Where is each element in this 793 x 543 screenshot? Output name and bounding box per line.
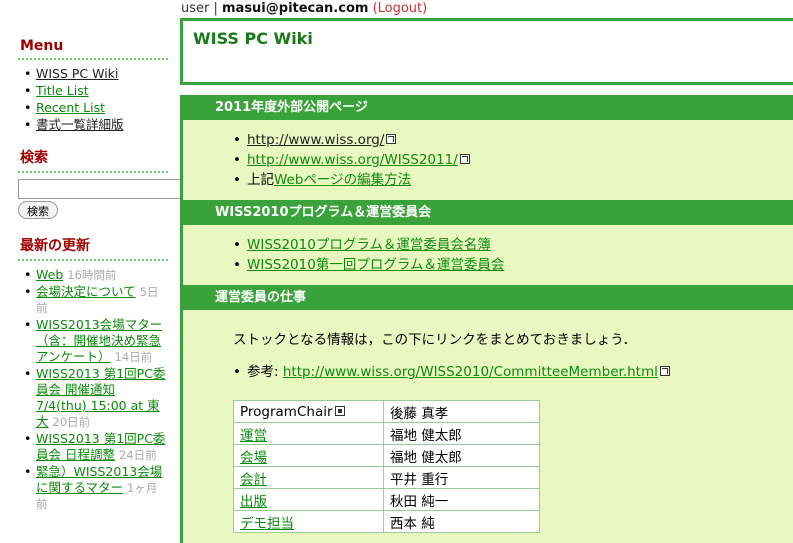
section-heading-duties: 運営委員の仕事 <box>183 285 793 310</box>
list-item: http://www.wiss.org/ <box>233 130 793 150</box>
menu-heading: Menu <box>18 36 168 60</box>
name-cell: 平井 重行 <box>383 466 540 489</box>
recent-item: WISS2013 第1回PC委員会 開催通知 7/4(thu) 15:00 at… <box>24 366 168 430</box>
recent-item: WISS2013会場マター（含：開催地決め緊急アンケート） 14日前 <box>24 317 168 365</box>
main-content: WISS PC Wiki 2011年度外部公開ページ http://www.wi… <box>180 18 793 543</box>
section-heading-program-committee: WISS2010プログラム＆運営委員会 <box>183 200 793 225</box>
link-wiss2011[interactable]: http://www.wiss.org/WISS2011/ <box>247 152 458 168</box>
role-link[interactable]: デモ担当 <box>240 516 294 532</box>
role-cell: 会計 <box>233 466 384 489</box>
search-button[interactable]: 検索 <box>18 201 58 219</box>
table-row: 会計 平井 重行 <box>233 466 540 489</box>
search-heading: 検索 <box>18 145 168 173</box>
list-item: 参考: http://www.wiss.org/WISS2010/Committ… <box>233 362 793 382</box>
roles-table: ProgramChair 後藤 真孝 運営 福地 健太郎 会場 福地 健太郎 会… <box>233 400 540 533</box>
role-cell: デモ担当 <box>233 510 384 533</box>
section-body: ストックとなる情報は，この下にリンクをまとめておきましょう． 参考: http:… <box>183 310 793 543</box>
content-box: 2011年度外部公開ページ http://www.wiss.org/ http:… <box>180 95 793 543</box>
menu-item: Title List <box>24 83 168 99</box>
menu-link-title-list[interactable]: Title List <box>36 83 89 98</box>
page-icon[interactable] <box>334 405 345 416</box>
recent-item: WISS2013 第1回PC委員会 日程調整 24日前 <box>24 431 168 463</box>
role-cell: ProgramChair <box>233 400 384 423</box>
link-committee-roster[interactable]: WISS2010プログラム＆運営委員会名簿 <box>247 237 491 253</box>
user-prefix: user | <box>181 1 222 16</box>
list-item: WISS2010第一回プログラム＆運営委員会 <box>233 255 793 275</box>
role-cell: 運営 <box>233 422 384 445</box>
menu-list: WISS PC Wiki Title List Recent List 書式一覧… <box>18 66 168 133</box>
recent-ago: 20日前 <box>52 415 91 429</box>
recent-item: 緊急）WISS2013会場に関するマター 1ヶ月前 <box>24 464 168 512</box>
role-cell: 出版 <box>233 488 384 511</box>
recent-link[interactable]: Web <box>36 267 63 282</box>
item-prefix: 上記 <box>247 172 274 188</box>
name-cell: 西本 純 <box>383 510 540 533</box>
recent-item: Web 16時間前 <box>24 267 168 283</box>
external-link-icon[interactable] <box>459 154 470 164</box>
recent-item: 会場決定について 5日前 <box>24 284 168 316</box>
section-heading-public-pages: 2011年度外部公開ページ <box>183 95 793 120</box>
role-cell: 会場 <box>233 444 384 467</box>
menu-item: 書式一覧詳細版 <box>24 117 168 133</box>
name-cell: 福地 健太郎 <box>383 422 540 445</box>
logout-link[interactable]: (Logout) <box>373 1 428 16</box>
list-item: http://www.wiss.org/WISS2011/ <box>233 150 793 170</box>
sidebar: Menu WISS PC Wiki Title List Recent List… <box>18 36 188 524</box>
page-title-box: WISS PC Wiki <box>180 18 793 85</box>
role-link[interactable]: 出版 <box>240 494 267 510</box>
role-link[interactable]: 会計 <box>240 472 267 488</box>
table-row: 運営 福地 健太郎 <box>233 422 540 445</box>
recent-ago: 14日前 <box>114 350 153 364</box>
role-link[interactable]: 運営 <box>240 428 267 444</box>
external-link-icon[interactable] <box>659 366 670 376</box>
section-body: http://www.wiss.org/ http://www.wiss.org… <box>183 120 793 200</box>
menu-link-recent-list[interactable]: Recent List <box>36 100 105 115</box>
recent-ago: 16時間前 <box>67 268 117 282</box>
page-title: WISS PC Wiki <box>193 29 313 48</box>
link-first-committee[interactable]: WISS2010第一回プログラム＆運営委員会 <box>247 257 504 273</box>
external-link-icon[interactable] <box>386 134 397 144</box>
user-bar: user | masui@pitecan.com (Logout) <box>181 0 427 18</box>
table-row: デモ担当 西本 純 <box>233 510 540 533</box>
role-label: ProgramChair <box>240 403 333 420</box>
table-row: ProgramChair 後藤 真孝 <box>233 400 540 423</box>
duties-intro: ストックとなる情報は，この下にリンクをまとめておきましょう． <box>233 332 637 348</box>
link-committee-member[interactable]: http://www.wiss.org/WISS2010/CommitteeMe… <box>283 364 658 380</box>
link-wiss-org[interactable]: http://www.wiss.org/ <box>247 132 384 148</box>
link-web-edit-howto[interactable]: Webページの編集方法 <box>274 172 411 188</box>
recent-heading: 最新の更新 <box>18 233 168 261</box>
recent-list: Web 16時間前 会場決定について 5日前 WISS2013会場マター（含：開… <box>18 267 168 512</box>
menu-link-wiss-pc-wiki[interactable]: WISS PC Wiki <box>36 66 118 81</box>
section-body: WISS2010プログラム＆運営委員会名簿 WISS2010第一回プログラム＆運… <box>183 225 793 285</box>
name-cell: 後藤 真孝 <box>383 400 540 423</box>
search-input[interactable] <box>18 179 188 199</box>
name-cell: 福地 健太郎 <box>383 444 540 467</box>
table-row: 出版 秋田 純一 <box>233 488 540 511</box>
menu-item: Recent List <box>24 100 168 116</box>
menu-link-format-list[interactable]: 書式一覧詳細版 <box>36 117 124 132</box>
table-row: 会場 福地 健太郎 <box>233 444 540 467</box>
recent-link[interactable]: 会場決定について <box>36 284 136 299</box>
name-cell: 秋田 純一 <box>383 488 540 511</box>
menu-item: WISS PC Wiki <box>24 66 168 82</box>
list-item: WISS2010プログラム＆運営委員会名簿 <box>233 235 793 255</box>
user-email: masui@pitecan.com <box>222 1 369 16</box>
list-item: 上記Webページの編集方法 <box>233 170 793 190</box>
ref-prefix: 参考: <box>247 364 283 380</box>
recent-ago: 24日前 <box>118 448 157 462</box>
role-link[interactable]: 会場 <box>240 450 267 466</box>
